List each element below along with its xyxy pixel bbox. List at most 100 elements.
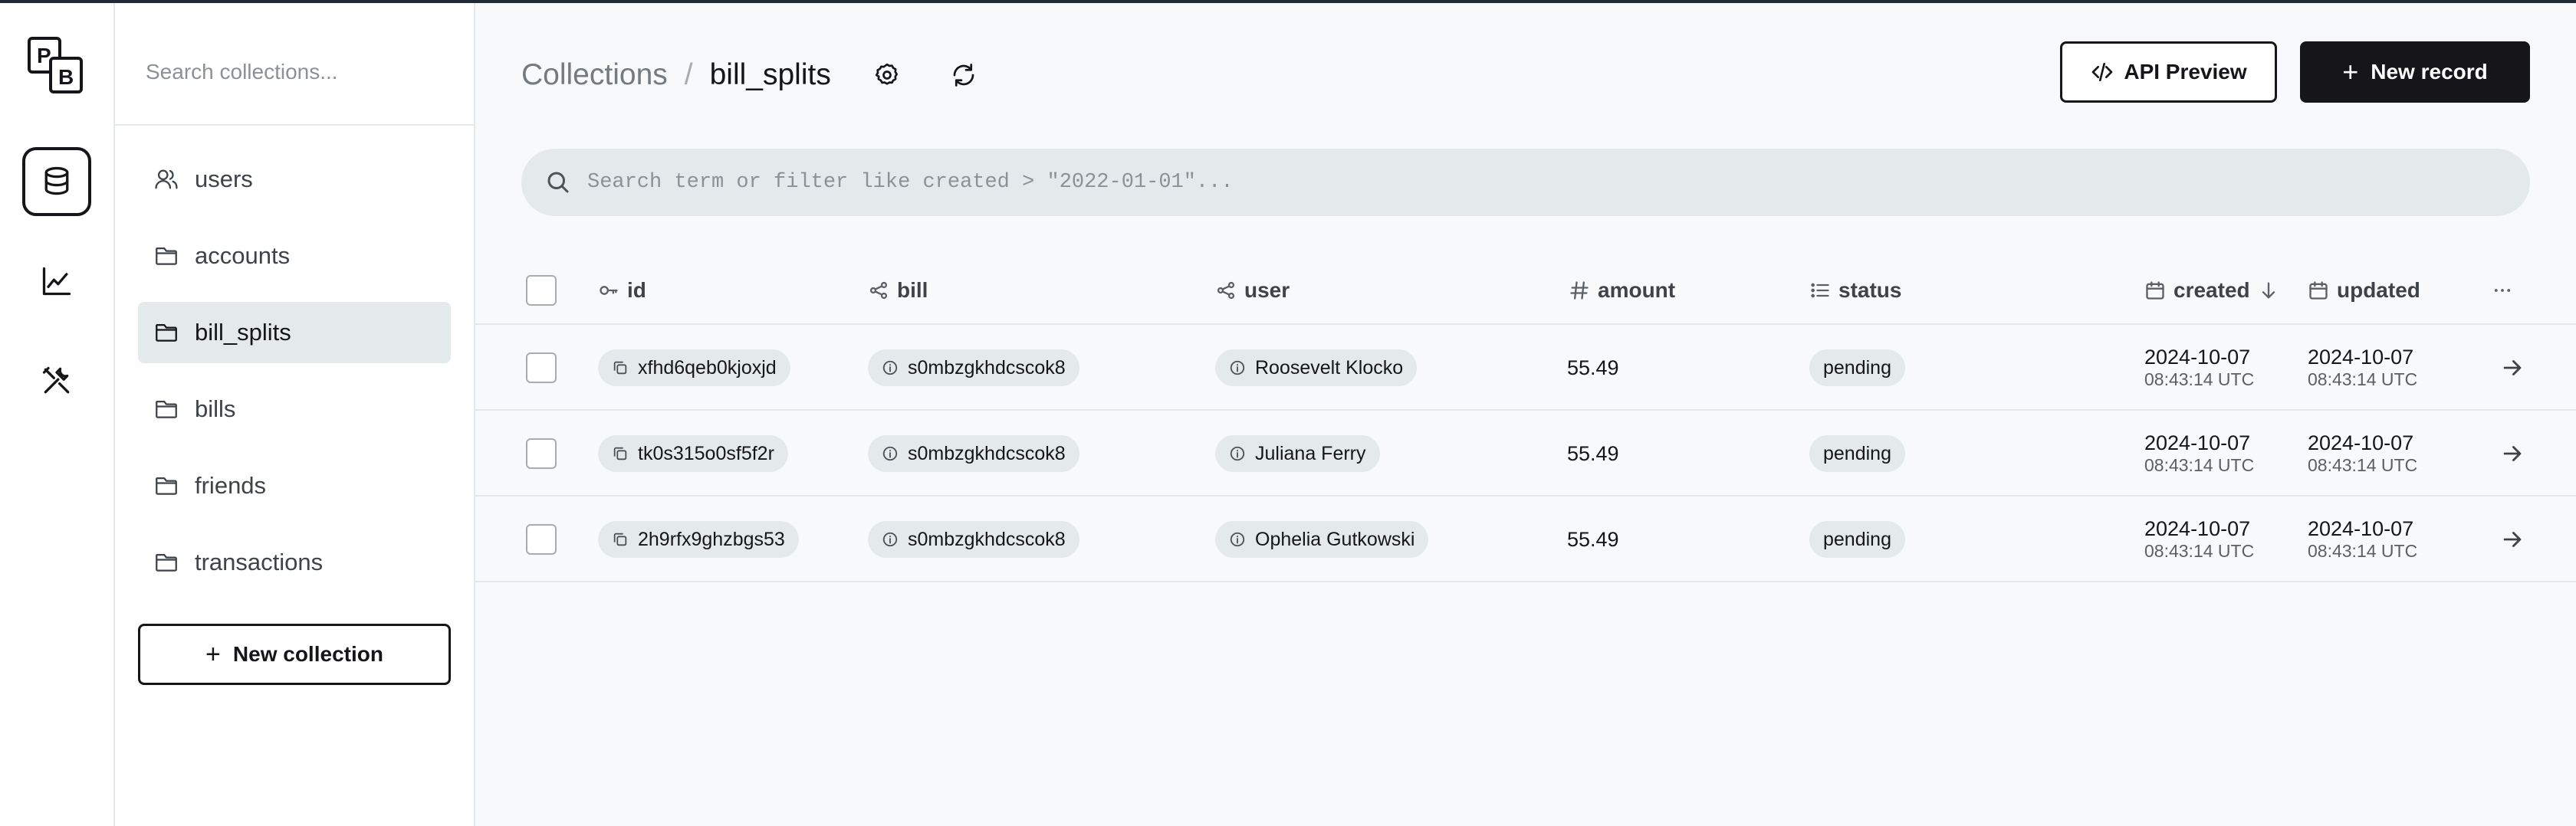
new-record-button[interactable]: + New record bbox=[2300, 41, 2530, 103]
records-search-bar bbox=[521, 149, 2530, 216]
nav-logs-button[interactable] bbox=[22, 247, 91, 316]
plus-icon: + bbox=[205, 639, 221, 669]
column-header-amount[interactable]: amount bbox=[1569, 256, 1675, 325]
relation-icon bbox=[1217, 281, 1235, 300]
info-icon bbox=[882, 532, 898, 547]
more-horizontal-icon bbox=[2494, 289, 2511, 292]
row-checkbox[interactable] bbox=[526, 352, 557, 383]
sidebar-item-bill-splits[interactable]: bill_splits bbox=[138, 302, 451, 363]
sidebar-item-label: friends bbox=[195, 472, 267, 499]
sidebar-item-users[interactable]: users bbox=[138, 149, 451, 210]
info-icon bbox=[1230, 360, 1245, 375]
gear-icon bbox=[875, 63, 898, 85]
bill-relation-chip[interactable]: s0mbzgkhdcscok8 bbox=[868, 349, 1079, 386]
created-date-time: 08:43:14 UTC bbox=[2144, 455, 2255, 476]
record-id-chip[interactable]: 2h9rfx9ghzbgs53 bbox=[598, 521, 799, 558]
updated-date-time: 08:43:14 UTC bbox=[2308, 455, 2418, 476]
column-header-bill[interactable]: bill bbox=[868, 256, 928, 325]
bill-relation-chip[interactable]: s0mbzgkhdcscok8 bbox=[868, 521, 1079, 558]
updated-date: 2024-10-07 08:43:14 UTC bbox=[2308, 516, 2417, 562]
breadcrumb-collections[interactable]: Collections bbox=[521, 58, 668, 92]
folder-icon bbox=[155, 553, 177, 572]
tools-icon bbox=[42, 366, 70, 394]
pocketbase-logo[interactable]: P B bbox=[26, 35, 87, 97]
row-checkbox[interactable] bbox=[526, 438, 557, 469]
nav-collections-button[interactable] bbox=[22, 147, 91, 216]
sidebar-item-friends[interactable]: friends bbox=[138, 455, 451, 516]
calendar-icon bbox=[2309, 281, 2328, 300]
folder-icon bbox=[155, 400, 177, 418]
info-icon bbox=[882, 360, 898, 375]
created-date-day: 2024-10-07 bbox=[2144, 517, 2251, 540]
sidebar-search bbox=[115, 3, 474, 126]
svg-text:P: P bbox=[37, 44, 51, 67]
user-relation-chip[interactable]: Ophelia Gutkowski bbox=[1215, 521, 1429, 558]
user-relation-chip[interactable]: Roosevelt Klocko bbox=[1215, 349, 1418, 386]
column-label: status bbox=[1838, 278, 1902, 302]
columns-menu-button[interactable] bbox=[2492, 256, 2513, 325]
api-preview-label: API Preview bbox=[2124, 60, 2247, 84]
table-header: id bill user amount status created updat… bbox=[475, 256, 2576, 325]
bill-value: s0mbzgkhdcscok8 bbox=[908, 442, 1066, 464]
select-all-checkbox[interactable] bbox=[526, 275, 557, 306]
arrow-right-icon[interactable] bbox=[2499, 355, 2525, 381]
sidebar-item-label: accounts bbox=[195, 242, 291, 269]
search-collections-input[interactable] bbox=[146, 41, 445, 103]
relation-icon bbox=[869, 281, 888, 300]
status-badge: pending bbox=[1809, 435, 1905, 472]
code-icon bbox=[2092, 63, 2113, 81]
table-row[interactable]: 2h9rfx9ghzbgs53 s0mbzgkhdcscok8 Ophelia … bbox=[475, 497, 2576, 582]
user-relation-chip[interactable]: Juliana Ferry bbox=[1215, 435, 1380, 472]
breadcrumb: Collections / bill_splits bbox=[521, 51, 831, 100]
collection-settings-button[interactable] bbox=[866, 54, 909, 97]
arrow-right-icon[interactable] bbox=[2499, 526, 2525, 552]
record-id: xfhd6qeb0kjoxjd bbox=[638, 356, 777, 379]
arrow-right-icon[interactable] bbox=[2499, 441, 2525, 467]
refresh-icon bbox=[953, 64, 974, 87]
created-date-time: 08:43:14 UTC bbox=[2144, 541, 2255, 562]
column-header-user[interactable]: user bbox=[1215, 256, 1290, 325]
records-filter-input[interactable] bbox=[587, 159, 2489, 205]
info-icon bbox=[1230, 532, 1245, 547]
user-value: Juliana Ferry bbox=[1255, 442, 1366, 464]
refresh-button[interactable] bbox=[942, 54, 985, 97]
created-date-day: 2024-10-07 bbox=[2144, 431, 2251, 454]
users-icon bbox=[155, 169, 178, 189]
bill-relation-chip[interactable]: s0mbzgkhdcscok8 bbox=[868, 435, 1079, 472]
updated-date: 2024-10-07 08:43:14 UTC bbox=[2308, 345, 2417, 391]
new-collection-button[interactable]: + New collection bbox=[138, 624, 451, 685]
record-id-chip[interactable]: tk0s315o0sf5f2r bbox=[598, 435, 788, 472]
record-id: 2h9rfx9ghzbgs53 bbox=[638, 528, 785, 550]
column-label: amount bbox=[1598, 278, 1676, 302]
hash-icon bbox=[1570, 281, 1589, 300]
column-header-updated[interactable]: updated bbox=[2308, 256, 2420, 325]
info-icon bbox=[1230, 446, 1245, 461]
sidebar-item-transactions[interactable]: transactions bbox=[138, 532, 451, 593]
folder-icon bbox=[155, 323, 177, 342]
column-label: updated bbox=[2337, 278, 2420, 302]
column-header-status[interactable]: status bbox=[1809, 256, 1901, 325]
record-id-chip[interactable]: xfhd6qeb0kjoxjd bbox=[598, 349, 790, 386]
table-row[interactable]: xfhd6qeb0kjoxjd s0mbzgkhdcscok8 Roosevel… bbox=[475, 325, 2576, 411]
plus-icon: + bbox=[2342, 56, 2359, 87]
api-preview-button[interactable]: API Preview bbox=[2060, 41, 2277, 103]
updated-date-day: 2024-10-07 bbox=[2308, 346, 2414, 369]
created-date-day: 2024-10-07 bbox=[2144, 346, 2251, 369]
amount-value: 55.49 bbox=[1567, 356, 1619, 379]
column-header-id[interactable]: id bbox=[598, 256, 646, 325]
sidebar-item-bills[interactable]: bills bbox=[138, 379, 451, 440]
updated-date-time: 08:43:14 UTC bbox=[2308, 369, 2418, 390]
sort-desc-icon bbox=[2262, 282, 2275, 299]
table-row[interactable]: tk0s315o0sf5f2r s0mbzgkhdcscok8 Juliana … bbox=[475, 411, 2576, 497]
column-header-created[interactable]: created bbox=[2144, 256, 2279, 325]
copy-icon bbox=[613, 533, 627, 546]
created-date: 2024-10-07 08:43:14 UTC bbox=[2144, 431, 2254, 477]
folder-icon bbox=[155, 247, 177, 265]
nav-settings-button[interactable] bbox=[22, 346, 91, 415]
sidebar-item-accounts[interactable]: accounts bbox=[138, 225, 451, 287]
created-date-time: 08:43:14 UTC bbox=[2144, 369, 2255, 390]
copy-icon bbox=[613, 447, 627, 461]
database-icon bbox=[44, 166, 69, 195]
row-checkbox[interactable] bbox=[526, 524, 557, 555]
new-record-label: New record bbox=[2371, 60, 2488, 84]
